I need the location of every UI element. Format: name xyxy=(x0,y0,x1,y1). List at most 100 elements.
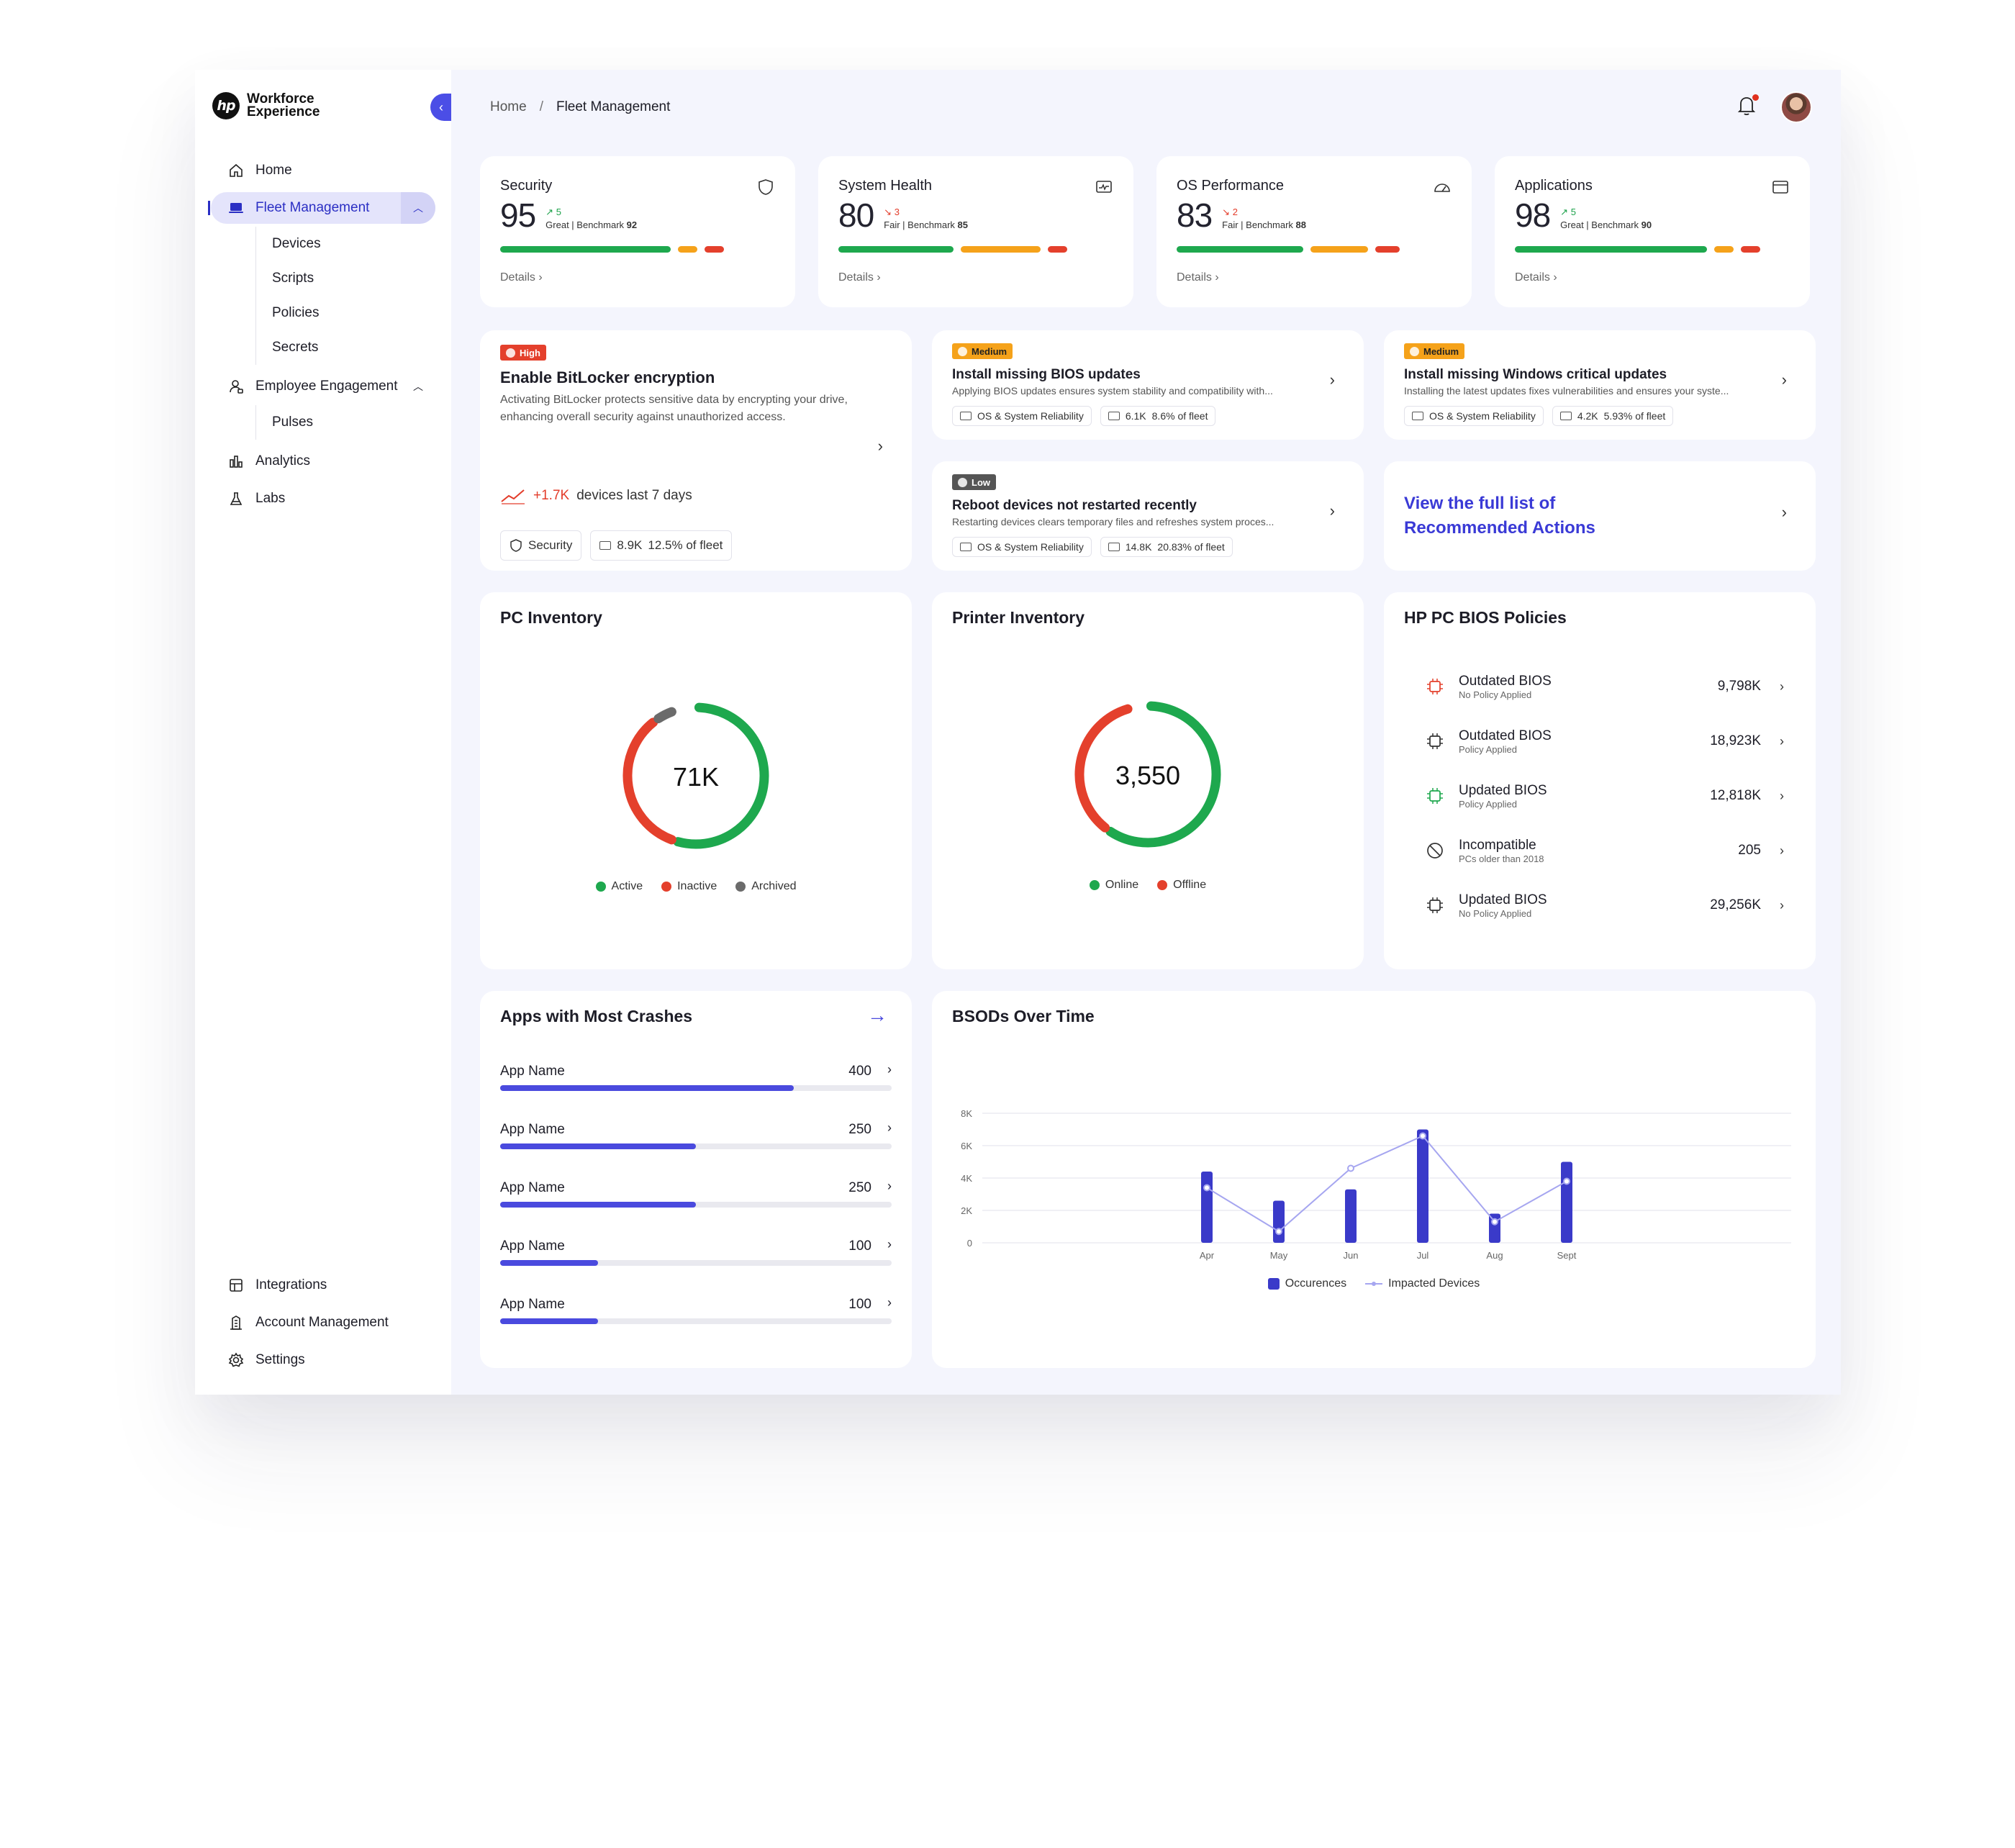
severity-badge: High xyxy=(500,345,546,361)
sidebar-subitem-secrets[interactable]: Secrets xyxy=(256,330,435,365)
view-all-actions-link[interactable]: View the full list of Recommended Action… xyxy=(1404,492,1620,540)
sidebar-item-fleet-management[interactable]: Fleet Management ︿ xyxy=(208,192,435,224)
chevron-right-icon[interactable]: › xyxy=(1780,679,1784,694)
legend-dot xyxy=(661,882,672,892)
breadcrumb-home[interactable]: Home xyxy=(490,99,527,115)
integrations-icon xyxy=(228,1277,244,1293)
monitor-pulse-icon xyxy=(1096,181,1112,193)
monitor-icon xyxy=(960,411,972,420)
score-bar-segment xyxy=(1375,246,1400,253)
hp-logo: hp xyxy=(212,92,240,119)
sidebar-item-settings[interactable]: Settings xyxy=(211,1344,435,1376)
app-crash-row[interactable]: App Name 400 › xyxy=(500,1062,892,1122)
arrow-right-icon[interactable]: → xyxy=(867,1004,887,1027)
details-link[interactable]: Details › xyxy=(1177,271,1452,284)
score-value: 83 xyxy=(1177,196,1213,234)
chevron-right-icon[interactable]: › xyxy=(1782,371,1787,389)
action-card-bitlocker[interactable]: High Enable BitLocker encryption Activat… xyxy=(480,330,912,571)
sidebar-subitem-pulses[interactable]: Pulses xyxy=(256,405,435,440)
sidebar-item-label: Settings xyxy=(255,1352,305,1367)
legend-item-inactive: Inactive xyxy=(661,880,717,893)
chevron-up-icon[interactable]: ︿ xyxy=(401,371,435,402)
chevron-right-icon[interactable]: › xyxy=(887,1062,892,1077)
details-link[interactable]: Details › xyxy=(838,271,1113,284)
details-link[interactable]: Details › xyxy=(1515,271,1790,284)
brand[interactable]: hp Workforce Experience xyxy=(212,91,435,120)
chevron-right-icon[interactable]: › xyxy=(1330,502,1335,520)
bios-policy-row[interactable]: Updated BIOS Policy Applied 12,818K › xyxy=(1426,769,1796,823)
section-title: Printer Inventory xyxy=(952,608,1085,627)
bios-policy-name: Updated BIOS xyxy=(1459,892,1547,907)
chevron-right-icon[interactable]: › xyxy=(878,437,883,456)
score-rating: Fair xyxy=(884,219,900,230)
bios-policy-text: Incompatible PCs older than 2018 xyxy=(1459,838,1544,864)
trend-text: devices last 7 days xyxy=(576,488,692,503)
chevron-right-icon[interactable]: › xyxy=(1780,734,1784,749)
sidebar-subitem-policies[interactable]: Policies xyxy=(256,296,435,330)
action-title: Install missing BIOS updates xyxy=(952,366,1141,382)
score-bar-segment xyxy=(838,246,954,253)
chevron-right-icon[interactable]: › xyxy=(887,1179,892,1194)
chevron-right-icon[interactable]: › xyxy=(887,1237,892,1252)
point-impacted-devices xyxy=(1203,1184,1210,1192)
chevron-right-icon[interactable]: › xyxy=(887,1295,892,1310)
chevron-right-icon[interactable]: › xyxy=(1780,843,1784,859)
bios-policy-row[interactable]: Outdated BIOS Policy Applied 18,923K › xyxy=(1426,714,1796,769)
sidebar-subitem-scripts[interactable]: Scripts xyxy=(256,261,435,296)
sidebar-item-label: Employee Engagement xyxy=(255,379,398,394)
score-bars xyxy=(1177,246,1452,253)
score-row: 98 ↗ 5 Great | Benchmark 90 xyxy=(1515,199,1790,232)
x-tick-label: Jul xyxy=(1417,1250,1429,1261)
sidebar-item-home[interactable]: Home xyxy=(211,155,435,186)
bios-policy-sub: No Policy Applied xyxy=(1459,907,1532,919)
details-link[interactable]: Details › xyxy=(500,271,775,284)
score-title: System Health xyxy=(838,178,933,194)
donut-legend: Active Inactive Archived xyxy=(480,880,912,893)
action-card-windows-updates[interactable]: Medium Install missing Windows critical … xyxy=(1384,330,1816,440)
view-all-actions-card[interactable]: View the full list of Recommended Action… xyxy=(1384,461,1816,571)
legend-dot xyxy=(595,882,606,892)
score-bars xyxy=(838,246,1113,253)
app-crashes-card: Apps with Most Crashes → App Name 400 › … xyxy=(480,991,912,1368)
action-card-reboot[interactable]: Low Reboot devices not restarted recentl… xyxy=(932,461,1364,571)
chevron-right-icon[interactable]: › xyxy=(1780,789,1784,804)
severity-badge: Low xyxy=(952,474,996,490)
sidebar-item-employee-engagement[interactable]: Employee Engagement ︿ xyxy=(211,371,435,402)
bios-policy-row[interactable]: Incompatible PCs older than 2018 205 › xyxy=(1426,823,1796,878)
brand-name: Workforce Experience xyxy=(247,91,320,119)
alert-icon xyxy=(1410,346,1419,356)
app-crash-row[interactable]: App Name 100 › xyxy=(500,1295,892,1355)
bios-policy-name: Outdated BIOS xyxy=(1459,673,1552,689)
point-impacted-devices xyxy=(1491,1218,1498,1226)
bios-policy-row[interactable]: Outdated BIOS No Policy Applied 9,798K › xyxy=(1426,659,1796,714)
trend-row: +1.7K devices last 7 days xyxy=(500,487,692,504)
sidebar-item-labs[interactable]: Labs xyxy=(211,483,435,515)
app-crash-row[interactable]: App Name 250 › xyxy=(500,1120,892,1180)
app-crash-row[interactable]: App Name 250 › xyxy=(500,1179,892,1238)
collapse-sidebar-button[interactable]: ‹ xyxy=(430,94,452,121)
devices-chip: 14.8K 20.83% of fleet xyxy=(1100,536,1233,557)
sidebar-item-analytics[interactable]: Analytics xyxy=(211,445,435,477)
sidebar-subitem-devices[interactable]: Devices xyxy=(256,227,435,261)
x-tick-label: Apr xyxy=(1200,1250,1215,1261)
bios-policy-value: 18,923K xyxy=(1710,733,1761,748)
chevron-right-icon[interactable]: › xyxy=(1330,371,1335,389)
app-crash-bar xyxy=(500,1202,696,1208)
bios-policy-row[interactable]: Updated BIOS No Policy Applied 29,256K › xyxy=(1426,878,1796,933)
action-title: Enable BitLocker encryption xyxy=(500,368,715,386)
legend-label: Active xyxy=(611,880,643,892)
action-card-bios-updates[interactable]: Medium Install missing BIOS updates Appl… xyxy=(932,330,1364,440)
sidebar-item-integrations[interactable]: Integrations xyxy=(211,1269,435,1301)
sidebar-item-account-management[interactable]: Account Management xyxy=(211,1307,435,1339)
avatar[interactable] xyxy=(1780,91,1812,123)
app-crash-row[interactable]: App Name 100 › xyxy=(500,1237,892,1297)
score-meta: ↗ 5 Great | Benchmark 90 xyxy=(1560,207,1652,230)
notifications-button[interactable] xyxy=(1737,94,1759,119)
chevron-right-icon[interactable]: › xyxy=(1782,503,1787,522)
section-title: PC Inventory xyxy=(500,608,602,627)
sidebar-item-label: Analytics xyxy=(255,453,311,468)
chevron-right-icon[interactable]: › xyxy=(1780,898,1784,913)
score-value: 80 xyxy=(838,196,874,234)
chevron-up-icon[interactable]: ︿ xyxy=(401,192,435,224)
chevron-right-icon[interactable]: › xyxy=(887,1120,892,1136)
